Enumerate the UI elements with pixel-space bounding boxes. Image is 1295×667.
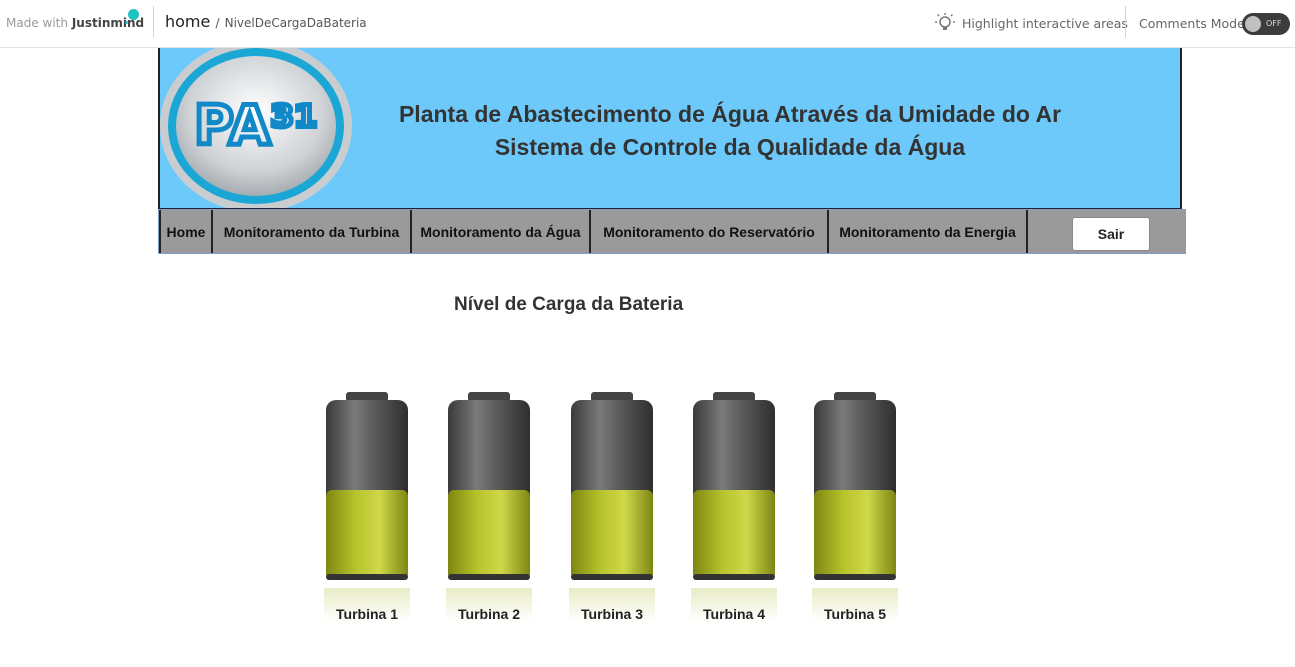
battery-4 bbox=[693, 392, 775, 580]
breadcrumb: home / NivelDeCargaDaBateria bbox=[165, 12, 367, 31]
nav-item-energia[interactable]: Monitoramento da Energia bbox=[827, 210, 1028, 253]
battery-label: Turbina 3 bbox=[581, 606, 643, 622]
lightbulb-icon bbox=[935, 13, 955, 30]
battery-charge-fill bbox=[814, 490, 896, 580]
battery-label: Turbina 4 bbox=[703, 606, 765, 622]
highlight-interactive-button[interactable]: Highlight interactive areas bbox=[934, 11, 1128, 35]
battery-1 bbox=[326, 392, 408, 580]
breadcrumb-separator: / bbox=[215, 16, 220, 30]
battery-label: Turbina 1 bbox=[336, 606, 398, 622]
toolbar-divider bbox=[1125, 6, 1126, 38]
main-nav: Home Monitoramento da Turbina Monitorame… bbox=[158, 209, 1186, 254]
nav-item-label: Monitoramento do Reservatório bbox=[603, 223, 815, 240]
comments-mode-toggle[interactable]: OFF bbox=[1242, 13, 1290, 35]
toggle-knob bbox=[1245, 16, 1261, 32]
comments-mode-label: Comments Mode bbox=[1139, 16, 1245, 31]
brand-logo-dot-icon bbox=[125, 21, 128, 24]
highlight-label: Highlight interactive areas bbox=[962, 15, 1128, 31]
nav-item-label: Monitoramento da Energia bbox=[839, 223, 1016, 240]
battery-charge-fill bbox=[326, 490, 408, 580]
page-title: Planta de Abastecimento de Água Através … bbox=[360, 98, 1100, 164]
nav-item-turbina[interactable]: Monitoramento da Turbina bbox=[211, 210, 412, 253]
battery-label: Turbina 5 bbox=[824, 606, 886, 622]
nav-item-label: Monitoramento da Turbina bbox=[223, 223, 400, 240]
brand-logo-icon bbox=[128, 9, 139, 20]
pa3-logo: PA³¹ bbox=[160, 48, 352, 208]
made-with-text: Made with bbox=[6, 16, 68, 30]
header-banner: PA³¹ Planta de Abastecimento de Água Atr… bbox=[158, 48, 1182, 210]
title-line-1: Planta de Abastecimento de Água Através … bbox=[398, 101, 1062, 127]
made-with-label[interactable]: Made with Justinmind bbox=[6, 16, 144, 30]
breadcrumb-current-page: NivelDeCargaDaBateria bbox=[224, 16, 367, 30]
nav-item-agua[interactable]: Monitoramento da Água bbox=[410, 210, 591, 253]
nav-item-label: Monitoramento da Água bbox=[420, 223, 581, 240]
nav-item-reservatorio[interactable]: Monitoramento do Reservatório bbox=[589, 210, 829, 253]
prototype-toolbar: Made with Justinmind home / NivelDeCarga… bbox=[0, 0, 1295, 48]
battery-label: Turbina 2 bbox=[458, 606, 520, 622]
battery-charge-fill bbox=[448, 490, 530, 580]
logout-button[interactable]: Sair bbox=[1072, 217, 1150, 251]
section-title: Nível de Carga da Bateria bbox=[454, 294, 684, 315]
nav-item-label: Home bbox=[166, 223, 206, 240]
battery-3 bbox=[571, 392, 653, 580]
breadcrumb-home[interactable]: home bbox=[165, 12, 210, 31]
battery-charge-fill bbox=[693, 490, 775, 580]
title-line-2: Sistema de Controle da Qualidade da Água bbox=[494, 134, 966, 160]
battery-5 bbox=[814, 392, 896, 580]
toolbar-divider bbox=[153, 6, 154, 38]
toggle-state-label: OFF bbox=[1266, 19, 1282, 28]
nav-item-home[interactable]: Home bbox=[159, 210, 213, 253]
battery-2 bbox=[448, 392, 530, 580]
logo-text: PA³¹ bbox=[194, 94, 318, 157]
battery-charge-fill bbox=[571, 490, 653, 580]
